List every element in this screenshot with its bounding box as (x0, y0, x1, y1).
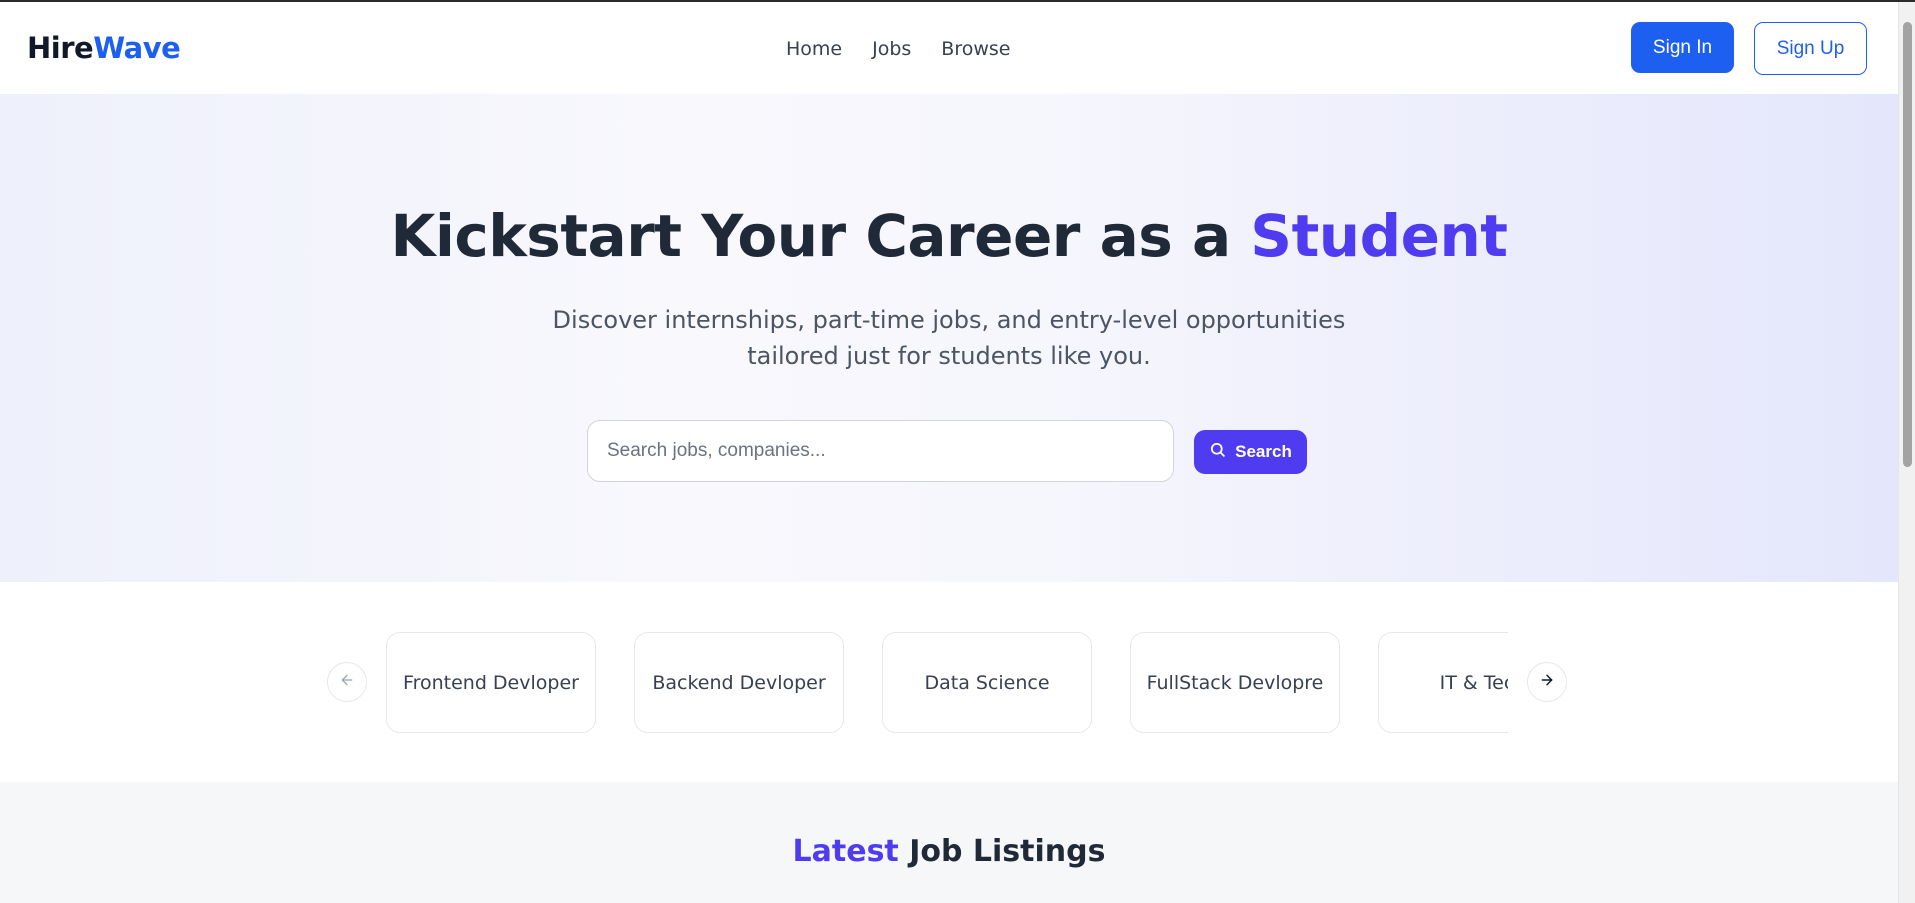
category-card-fullstack[interactable]: FullStack Devlopre (1130, 632, 1340, 733)
sign-up-button[interactable]: Sign Up (1754, 22, 1867, 75)
page: HireWave Home Jobs Browse Sign In Sign U… (0, 2, 1898, 903)
scrollbar-thumb[interactable] (1903, 22, 1912, 467)
latest-jobs-title: Latest Job Listings (0, 834, 1898, 869)
nav-browse-link[interactable]: Browse (941, 38, 1010, 60)
category-card-data-science[interactable]: Data Science (882, 632, 1092, 733)
hero-section: Kickstart Your Career as a Student Disco… (0, 94, 1898, 582)
hero-title: Kickstart Your Career as a Student (0, 202, 1898, 270)
logo-part-wave: Wave (93, 31, 181, 65)
hero-subtitle: Discover internships, part-time jobs, an… (552, 306, 1346, 370)
search-icon (1209, 441, 1226, 463)
sign-in-button[interactable]: Sign In (1631, 22, 1734, 73)
carousel-prev-button[interactable] (327, 662, 367, 702)
arrow-right-icon (1539, 672, 1555, 692)
category-card-it-tech[interactable]: IT & Tech (1378, 632, 1508, 733)
latest-jobs-title-rest: Job Listings (898, 834, 1106, 869)
latest-jobs-title-accent: Latest (792, 834, 899, 869)
category-card-frontend[interactable]: Frontend Devloper (386, 632, 596, 733)
nav-jobs-link[interactable]: Jobs (872, 38, 911, 60)
search-input[interactable] (587, 420, 1174, 482)
page-scrollbar[interactable] (1898, 2, 1915, 903)
hero-title-main: Kickstart Your Career as a (390, 202, 1251, 270)
arrow-left-icon (339, 672, 355, 692)
nav-home-link[interactable]: Home (786, 38, 842, 60)
browser-viewport: HireWave Home Jobs Browse Sign In Sign U… (0, 0, 1915, 903)
latest-jobs-section: Latest Job Listings (0, 782, 1898, 903)
category-card-backend[interactable]: Backend Devloper (634, 632, 844, 733)
search-button[interactable]: Search (1194, 430, 1307, 474)
hero-title-accent: Student (1250, 202, 1508, 270)
navbar: HireWave Home Jobs Browse Sign In Sign U… (0, 2, 1898, 94)
logo[interactable]: HireWave (27, 31, 181, 65)
category-cards: Frontend Devloper Backend Devloper Data … (386, 632, 1508, 734)
category-carousel: Frontend Devloper Backend Devloper Data … (0, 582, 1898, 782)
logo-part-hire: Hire (27, 31, 94, 65)
main-nav: Home Jobs Browse (786, 38, 1010, 60)
search-button-label: Search (1235, 442, 1292, 461)
carousel-next-button[interactable] (1527, 662, 1567, 702)
